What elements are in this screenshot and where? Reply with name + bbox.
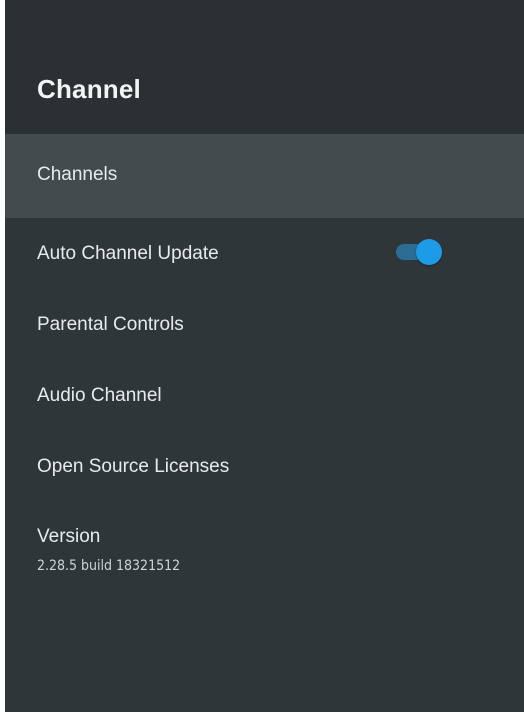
menu-item-label: Channels	[37, 164, 118, 185]
menu-item-version[interactable]: Version 2.28.5 build 18321512	[5, 502, 524, 586]
toggle-knob	[416, 239, 442, 265]
page-title: Channel	[37, 74, 141, 104]
version-number: 2.28.5 build 18321512	[37, 558, 181, 574]
menu-item-open-source-licenses[interactable]: Open Source Licenses	[5, 431, 524, 501]
menu-item-audio-channel[interactable]: Audio Channel	[5, 360, 524, 430]
menu-item-label: Auto Channel Update	[37, 243, 219, 264]
auto-channel-update-toggle[interactable]	[396, 239, 442, 265]
menu-item-label: Version	[37, 526, 101, 547]
menu-item-label: Open Source Licenses	[37, 456, 230, 477]
menu-item-channels[interactable]: Channels	[5, 134, 524, 218]
menu-item-label: Parental Controls	[37, 314, 184, 335]
menu-item-auto-channel-update[interactable]: Auto Channel Update	[5, 218, 524, 288]
panel-header: Channel	[5, 0, 524, 134]
menu-item-parental-controls[interactable]: Parental Controls	[5, 289, 524, 359]
menu-item-label: Audio Channel	[37, 385, 162, 406]
settings-panel: Channel Channels Auto Channel Update Par…	[5, 0, 524, 712]
